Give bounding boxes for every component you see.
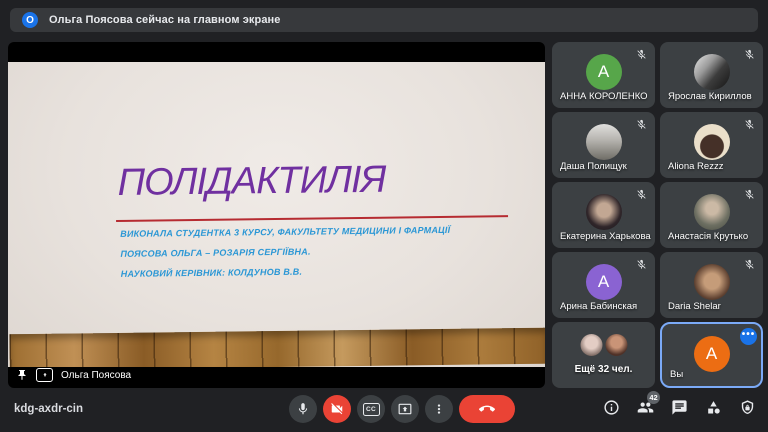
- participants-button[interactable]: 42: [637, 399, 654, 416]
- participant-name: Екатерина Харькова: [560, 231, 651, 242]
- participant-name: Даша Полищук: [560, 161, 627, 172]
- slide-subtitle: ВИКОНАЛА СТУДЕНТКА 3 КУРСУ, ФАКУЛЬТЕТУ М…: [120, 220, 451, 284]
- self-tile[interactable]: ••• А Вы: [660, 322, 763, 388]
- more-participants-label: Ещё 32 чел.: [552, 364, 655, 375]
- call-controls: CC: [289, 395, 515, 423]
- photo-avatar: [586, 194, 622, 230]
- mic-button[interactable]: [289, 395, 317, 423]
- participant-name: Анастасія Крутько: [668, 231, 748, 242]
- meet-window: О Ольга Поясова сейчас на главном экране…: [0, 0, 768, 432]
- mic-off-icon: [744, 189, 755, 200]
- pin-icon[interactable]: [16, 369, 28, 381]
- cc-icon: CC: [363, 403, 380, 416]
- shield-lock-icon: [739, 399, 756, 416]
- meeting-panels: 42: [603, 399, 756, 416]
- photo-avatar: [580, 334, 602, 356]
- shared-slide: ПОЛІДАКТИЛІЯ ВИКОНАЛА СТУДЕНТКА 3 КУРСУ,…: [8, 62, 545, 367]
- participant-name: Daria Shelar: [668, 301, 721, 312]
- slide-subtitle-line: НАУКОВИЙ КЕРІВНИК: КОЛДУНОВ В.В.: [121, 260, 451, 284]
- participant-tile[interactable]: А Арина Бабинская: [552, 252, 655, 318]
- participant-tile[interactable]: А АННА КОРОЛЕНКО: [552, 42, 655, 108]
- participant-name: Ярослав Кириллов: [668, 91, 752, 102]
- self-label: Вы: [670, 369, 683, 380]
- letter-avatar: А: [694, 336, 730, 372]
- letter-avatar: А: [586, 54, 622, 90]
- slide-subtitle-line: ВИКОНАЛА СТУДЕНТКА 3 КУРСУ, ФАКУЛЬТЕТУ М…: [120, 220, 450, 244]
- activities-icon: [705, 399, 722, 416]
- slide-wood-floor: [9, 328, 545, 367]
- presenter-avatar: О: [22, 12, 38, 28]
- meeting-code: kdg-axdr-cin: [14, 403, 83, 415]
- mic-off-icon: [636, 189, 647, 200]
- photo-avatar: [694, 194, 730, 230]
- camera-button[interactable]: [323, 395, 351, 423]
- mic-off-icon: [744, 119, 755, 130]
- participant-tile[interactable]: Aliona Rezzz: [660, 112, 763, 178]
- participant-name: Aliona Rezzz: [668, 161, 723, 172]
- participant-tile[interactable]: Ярослав Кириллов: [660, 42, 763, 108]
- activities-button[interactable]: [705, 399, 722, 416]
- more-vert-icon: [432, 402, 446, 416]
- host-controls-button[interactable]: [739, 399, 756, 416]
- more-horiz-icon: •••: [742, 330, 756, 340]
- more-participants-avatars: [580, 334, 627, 356]
- presenting-banner-text: Ольга Поясова сейчас на главном экране: [49, 14, 281, 26]
- bottom-bar: kdg-axdr-cin CC: [0, 388, 768, 432]
- photo-avatar: [694, 124, 730, 160]
- participant-tile[interactable]: Анастасія Крутько: [660, 182, 763, 248]
- mic-off-icon: [744, 259, 755, 270]
- photo-avatar: [586, 124, 622, 160]
- videocam-off-icon: [330, 402, 344, 416]
- photo-avatar: [694, 264, 730, 300]
- mic-icon: [296, 402, 310, 416]
- more-participants-tile[interactable]: Ещё 32 чел.: [552, 322, 655, 388]
- present-box-icon: [36, 368, 53, 382]
- participant-tile[interactable]: Екатерина Харькова: [552, 182, 655, 248]
- presenter-name: Ольга Поясова: [61, 370, 131, 381]
- mic-off-icon: [636, 119, 647, 130]
- participant-count-badge: 42: [647, 391, 660, 404]
- end-call-button[interactable]: [459, 395, 515, 423]
- chat-icon: [671, 399, 688, 416]
- info-icon: [603, 399, 620, 416]
- mic-off-icon: [744, 49, 755, 60]
- more-options-button[interactable]: [425, 395, 453, 423]
- photo-avatar: [694, 54, 730, 90]
- slide-title: ПОЛІДАКТИЛІЯ: [117, 159, 385, 205]
- mic-off-icon: [636, 49, 647, 60]
- captions-button[interactable]: CC: [357, 395, 385, 423]
- chat-button[interactable]: [671, 399, 688, 416]
- participant-name: АННА КОРОЛЕНКО: [560, 91, 648, 102]
- participant-name: Арина Бабинская: [560, 301, 637, 312]
- meeting-details-button[interactable]: [603, 399, 620, 416]
- main-stage-video[interactable]: ПОЛІДАКТИЛІЯ ВИКОНАЛА СТУДЕНТКА 3 КУРСУ,…: [8, 42, 545, 388]
- participant-tile[interactable]: Даша Полищук: [552, 112, 655, 178]
- presenting-banner: О Ольга Поясова сейчас на главном экране: [10, 8, 758, 32]
- presenter-label: Ольга Поясова: [16, 368, 131, 382]
- participant-tile[interactable]: Daria Shelar: [660, 252, 763, 318]
- self-tile-options-button[interactable]: •••: [740, 328, 757, 345]
- call-end-icon: [479, 401, 495, 417]
- participants-grid: А АННА КОРОЛЕНКО Ярослав Кириллов Даша П…: [552, 42, 762, 388]
- mic-off-icon: [636, 259, 647, 270]
- letter-avatar: А: [586, 264, 622, 300]
- present-icon: [398, 402, 412, 416]
- present-button[interactable]: [391, 395, 419, 423]
- photo-avatar: [605, 334, 627, 356]
